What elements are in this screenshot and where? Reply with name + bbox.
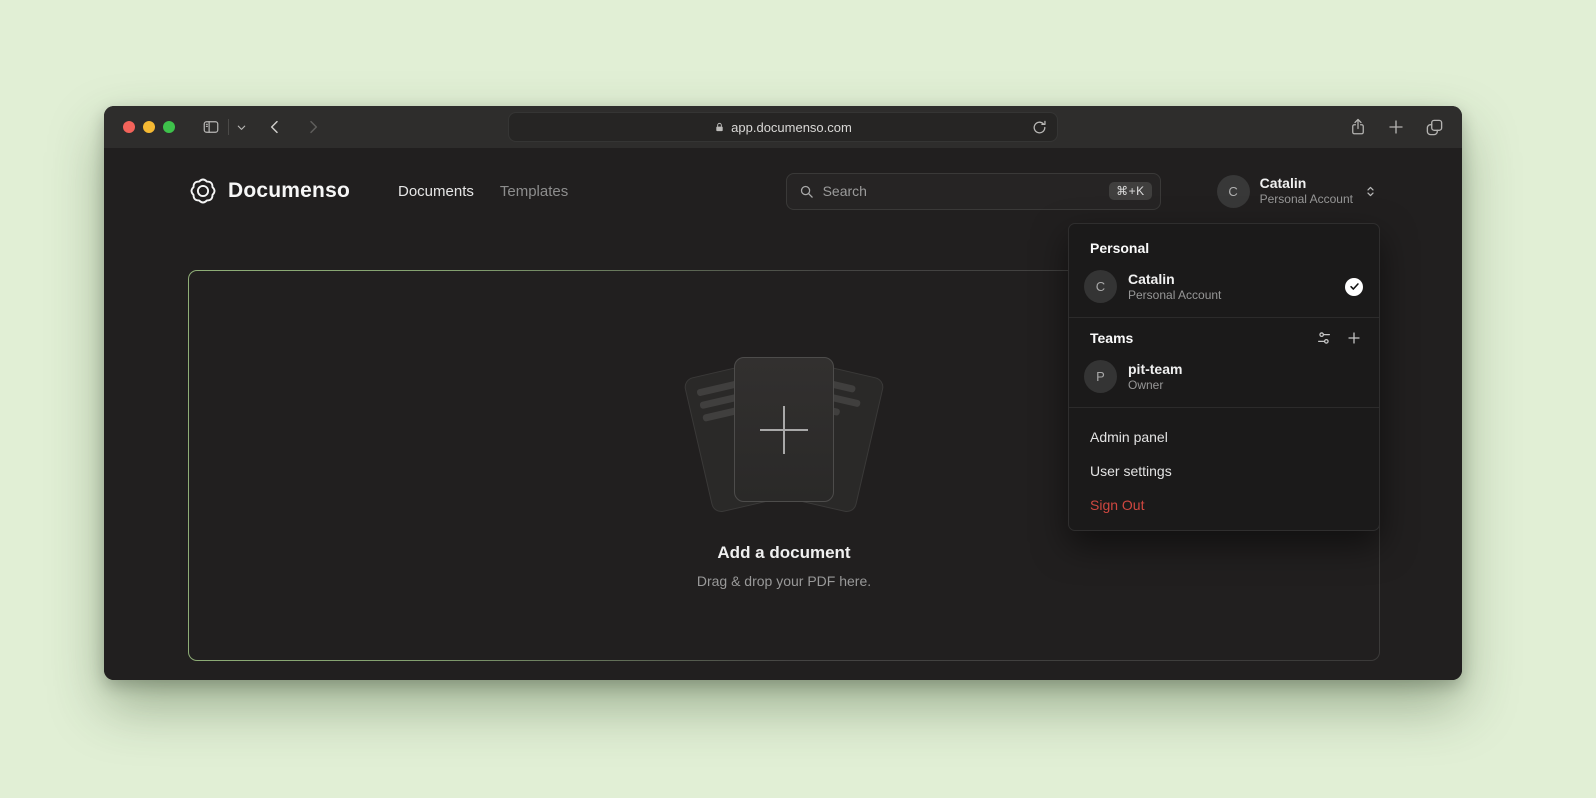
personal-section-label: Personal <box>1069 238 1379 266</box>
account-menu-trigger[interactable]: C Catalin Personal Account <box>1217 175 1378 208</box>
menu-item-sign-out[interactable]: Sign Out <box>1069 488 1379 522</box>
new-tab-icon[interactable] <box>1387 118 1405 136</box>
sidebar-toggle-icon[interactable] <box>201 118 221 136</box>
close-window-button[interactable] <box>123 121 135 133</box>
personal-account-avatar: C <box>1084 270 1117 303</box>
app-page: Documenso Documents Templates ⌘+K C Cata… <box>104 148 1462 680</box>
selected-check-icon <box>1345 278 1363 296</box>
personal-account-text: Catalin Personal Account <box>1128 271 1221 303</box>
tab-group-chevron-icon[interactable] <box>236 122 247 133</box>
window-controls <box>123 121 175 133</box>
account-text: Catalin Personal Account <box>1260 175 1353 207</box>
browser-window: app.documenso.com <box>104 106 1462 680</box>
search-icon <box>799 184 814 199</box>
team-avatar: P <box>1084 360 1117 393</box>
zoom-window-button[interactable] <box>163 121 175 133</box>
front-card <box>734 357 834 502</box>
teams-section-label: Teams <box>1090 330 1133 346</box>
dropzone-subtitle: Drag & drop your PDF here. <box>697 573 871 589</box>
nav-documents[interactable]: Documents <box>398 183 474 200</box>
manage-teams-icon[interactable] <box>1316 330 1332 346</box>
back-icon[interactable] <box>267 119 283 135</box>
dropzone-title: Add a document <box>717 543 850 563</box>
account-name: Catalin <box>1260 175 1353 192</box>
documenso-logo-icon <box>188 176 218 206</box>
menu-divider <box>1069 407 1379 408</box>
minimize-window-button[interactable] <box>143 121 155 133</box>
toolbar-divider <box>228 119 229 135</box>
menu-item-admin-panel[interactable]: Admin panel <box>1069 420 1379 454</box>
create-team-icon[interactable] <box>1346 330 1362 346</box>
toolbar-right-group <box>1349 106 1444 148</box>
personal-account-name: Catalin <box>1128 271 1221 288</box>
lock-icon <box>714 121 725 134</box>
team-row[interactable]: P pit-team Owner <box>1069 356 1379 403</box>
team-text: pit-team Owner <box>1128 361 1182 393</box>
brand-name: Documenso <box>228 179 350 203</box>
menu-divider <box>1069 317 1379 318</box>
account-subtitle: Personal Account <box>1260 192 1353 207</box>
teams-actions <box>1316 330 1362 346</box>
teams-section-header: Teams <box>1069 330 1379 356</box>
reload-icon[interactable] <box>1031 119 1048 136</box>
chevrons-up-down-icon <box>1363 184 1378 199</box>
brand[interactable]: Documenso <box>188 176 350 206</box>
team-role: Owner <box>1128 378 1182 393</box>
team-name: pit-team <box>1128 361 1182 378</box>
share-icon[interactable] <box>1349 117 1367 137</box>
personal-account-row[interactable]: C Catalin Personal Account <box>1069 266 1379 313</box>
app-header: Documenso Documents Templates ⌘+K C Cata… <box>104 148 1462 234</box>
personal-account-subtitle: Personal Account <box>1128 288 1221 303</box>
forward-icon[interactable] <box>305 119 321 135</box>
search-input[interactable] <box>823 183 1100 199</box>
primary-nav: Documents Templates <box>398 183 568 200</box>
browser-toolbar: app.documenso.com <box>104 106 1462 148</box>
account-avatar: C <box>1217 175 1250 208</box>
nav-templates[interactable]: Templates <box>500 183 568 200</box>
address-bar[interactable]: app.documenso.com <box>508 112 1058 142</box>
document-stack-illustration <box>679 357 889 507</box>
address-url: app.documenso.com <box>731 120 852 135</box>
account-dropdown-menu: Personal C Catalin Personal Account Team… <box>1068 223 1380 531</box>
add-plus-icon <box>760 406 808 454</box>
toolbar-left-group <box>201 118 321 136</box>
search-box[interactable]: ⌘+K <box>786 173 1161 210</box>
search-shortcut-badge: ⌘+K <box>1109 182 1152 200</box>
tab-overview-icon[interactable] <box>1425 118 1444 137</box>
menu-item-user-settings[interactable]: User settings <box>1069 454 1379 488</box>
